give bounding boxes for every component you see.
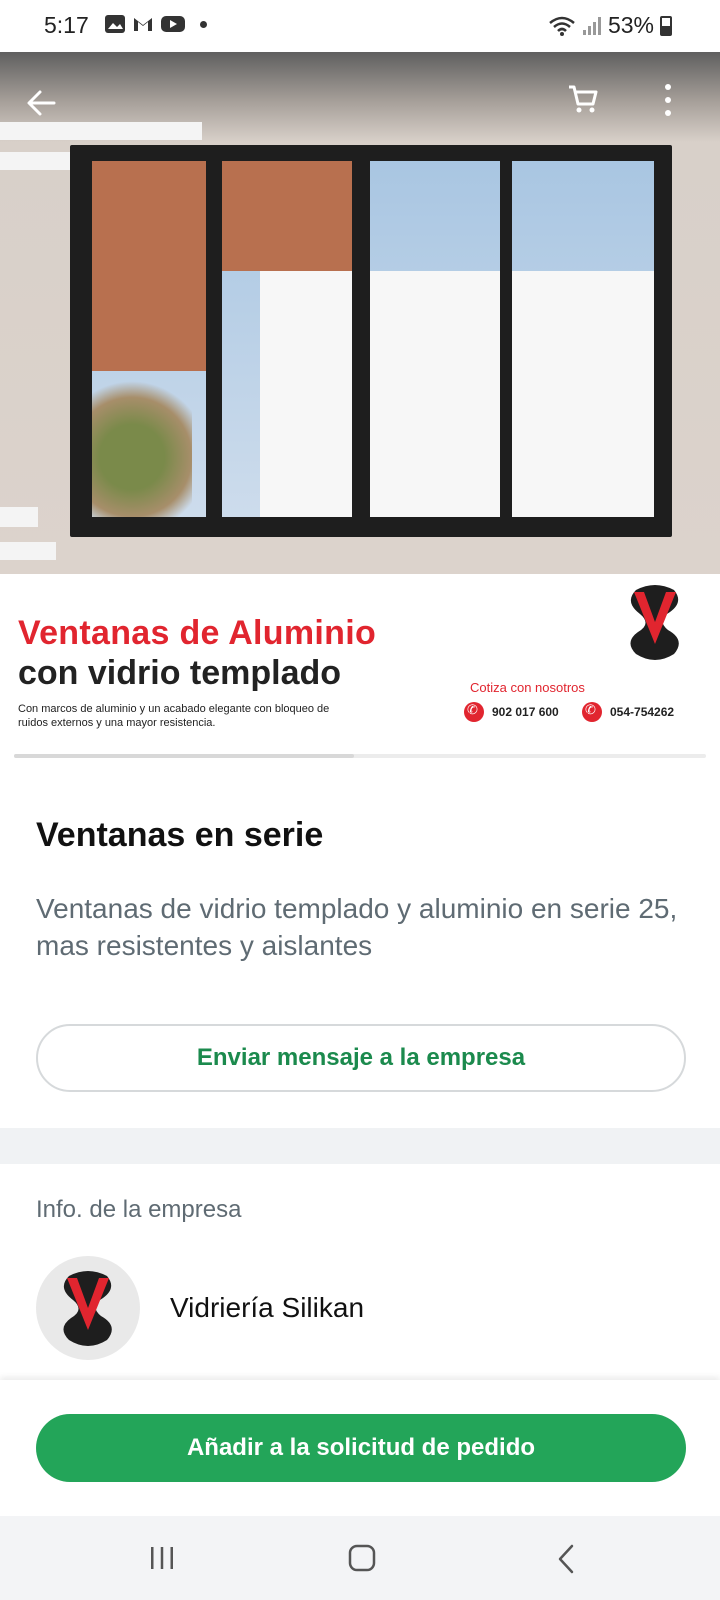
cart-icon[interactable]	[566, 82, 600, 116]
home-icon[interactable]	[348, 1544, 376, 1572]
youtube-icon	[161, 16, 185, 32]
phone-number: 054-754262	[610, 705, 675, 719]
banner-title: Ventanas de Aluminio	[18, 614, 377, 652]
recents-icon[interactable]	[148, 1544, 176, 1572]
ceiling-light-strip	[0, 122, 202, 140]
banner-description: Con marcos de aluminio y un acabado eleg…	[18, 703, 330, 729]
image-pager-indicator	[14, 754, 354, 758]
back-arrow-icon[interactable]	[24, 86, 58, 120]
frosted-glass	[260, 271, 352, 517]
phone-icon	[464, 702, 484, 722]
brick-building	[222, 161, 352, 271]
company-name: Vidriería Silikan	[170, 1292, 365, 1323]
wifi-icon	[549, 16, 575, 36]
status-right: 53%	[548, 12, 672, 39]
window-frame	[70, 145, 672, 537]
window-pane	[222, 161, 352, 517]
window-pane	[92, 161, 206, 517]
notification-icons	[104, 14, 207, 34]
brick-building	[92, 161, 206, 371]
company-avatar	[36, 1256, 140, 1360]
banner-phone: 054-754262	[582, 702, 674, 722]
frosted-glass	[370, 271, 500, 517]
more-options-icon[interactable]	[662, 82, 674, 118]
window-pane	[512, 161, 654, 517]
telephone-icon	[582, 702, 602, 722]
battery-icon	[660, 15, 672, 36]
nav-back-icon[interactable]	[556, 1544, 576, 1574]
company-info-label: Info. de la empresa	[36, 1196, 242, 1223]
banner-cta: Cotiza con nosotros	[470, 680, 585, 695]
banner-subtitle: con vidrio templado	[18, 654, 342, 692]
gallery-icon	[105, 15, 125, 33]
product-image	[0, 52, 720, 574]
product-description: Ventanas de vidrio templado y aluminio e…	[36, 893, 678, 961]
floor-light-strip	[0, 542, 56, 560]
add-to-order-button[interactable]: Añadir a la solicitud de pedido	[36, 1414, 686, 1482]
window-mullion	[500, 145, 510, 537]
status-bar: 5:17 53%	[0, 0, 720, 52]
silikan-logo	[630, 585, 679, 660]
bottom-action-panel: Añadir a la solicitud de pedido	[0, 1380, 720, 1516]
more-notifications-dot	[200, 20, 207, 28]
phone-number: 902 017 600	[492, 705, 559, 719]
window-mullion	[210, 145, 220, 537]
company-row[interactable]: Vidriería Silikan	[36, 1256, 686, 1360]
window-pane	[370, 161, 500, 517]
frosted-glass	[512, 271, 654, 517]
window-mullion	[356, 145, 366, 537]
section-divider	[0, 1128, 720, 1164]
floor-light-strip	[0, 507, 38, 527]
battery-percent: 53%	[607, 12, 654, 38]
banner-phone: 902 017 600	[464, 702, 559, 722]
system-nav-bar	[0, 1516, 720, 1600]
signal-icon	[582, 16, 601, 35]
silikan-logo	[63, 1271, 112, 1346]
gmail-icon	[134, 18, 152, 31]
tree	[92, 367, 192, 517]
product-title: Ventanas en serie	[36, 816, 324, 854]
send-message-button[interactable]: Enviar mensaje a la empresa	[36, 1024, 686, 1092]
promo-banner: Ventanas de Aluminio con vidrio templado…	[0, 574, 720, 764]
status-time: 5:17	[44, 12, 89, 38]
